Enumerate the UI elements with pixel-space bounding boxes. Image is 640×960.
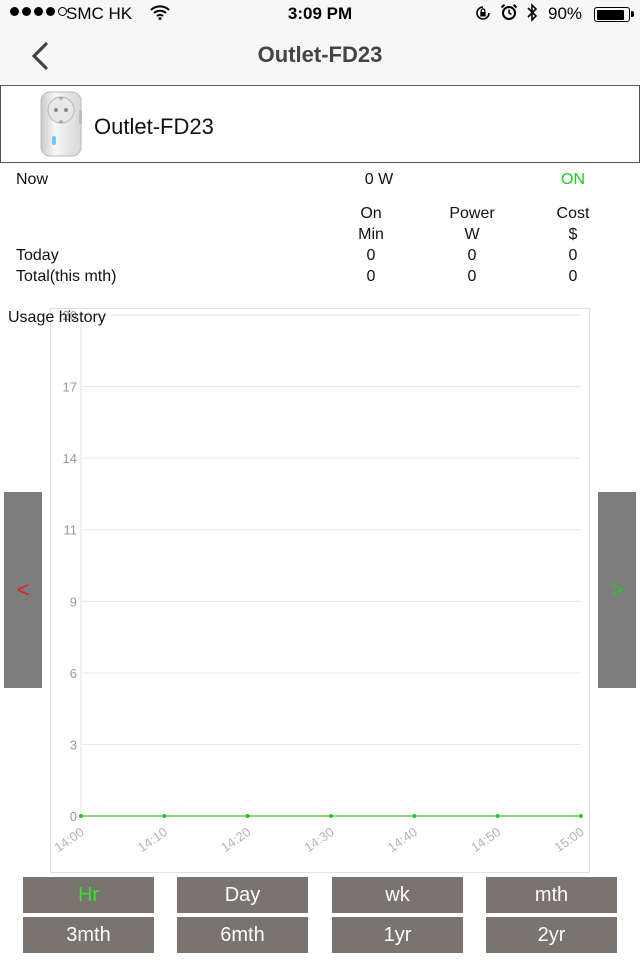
- x-tick-label: 14:40: [385, 824, 420, 855]
- x-tick-label: 15:00: [551, 824, 586, 855]
- y-tick-label: 17: [63, 380, 77, 395]
- on-header: On: [360, 205, 382, 222]
- power-unit: W: [464, 226, 480, 243]
- previous-period-button[interactable]: <: [4, 492, 42, 688]
- device-name: Outlet-FD23: [94, 114, 214, 139]
- usage-chart-svg: 03691114172014:00 14:10 14:20 14:30 14:40 14:…: [51, 309, 586, 855]
- total-on-min: 0: [366, 268, 376, 285]
- range-button-6mth[interactable]: 6mth: [177, 917, 308, 953]
- bluetooth-icon: [526, 3, 538, 27]
- data-point: [329, 814, 333, 818]
- cost-unit: $: [568, 226, 578, 243]
- chart-title: Usage history: [8, 309, 106, 326]
- data-point: [162, 814, 167, 818]
- data-point: [412, 814, 417, 818]
- data-point: [79, 814, 83, 818]
- y-tick-label: 9: [70, 594, 77, 609]
- range-button-day[interactable]: Day: [177, 877, 308, 913]
- total-cost: 0: [568, 268, 578, 285]
- nav-bar: Outlet-FD23: [0, 28, 640, 84]
- alarm-icon: [500, 3, 518, 27]
- range-button-wk[interactable]: wk: [332, 877, 463, 913]
- data-point: [245, 814, 250, 818]
- battery-percent: 90%: [548, 4, 583, 23]
- x-tick-label: 14:50: [468, 824, 503, 855]
- range-button-2yr[interactable]: 2yr: [486, 917, 617, 953]
- total-power: 0: [467, 268, 477, 285]
- status-bar: SMC HK 3:09 PM 90%: [0, 0, 640, 28]
- usage-chart: 0 3 6 9 11 14 17 20 14:00 14:10 14:20 14:30 14:40 14:…: [50, 308, 590, 873]
- now-label: Now: [16, 171, 49, 188]
- data-point: [579, 814, 583, 818]
- y-tick-label: 14: [63, 451, 77, 466]
- battery-icon: [594, 7, 634, 22]
- page-title: Outlet-FD23: [257, 42, 383, 67]
- range-button-hr[interactable]: Hr: [23, 877, 154, 913]
- range-button-1yr[interactable]: 1yr: [332, 917, 463, 953]
- orientation-lock-icon: [474, 4, 492, 27]
- x-tick-label: 14:20: [218, 824, 253, 855]
- status-time: 3:09 PM: [287, 4, 353, 23]
- today-label: Today: [16, 247, 59, 264]
- today-cost: 0: [568, 247, 578, 264]
- power-header: Power: [449, 205, 495, 222]
- today-power: 0: [467, 247, 477, 264]
- on-unit: Min: [358, 226, 384, 243]
- y-tick-label: 6: [70, 666, 77, 681]
- device-header: Outlet-FD23: [0, 85, 640, 163]
- y-tick-label: 11: [64, 523, 78, 538]
- y-tick-label: 3: [70, 737, 77, 752]
- power-state[interactable]: ON: [533, 171, 613, 189]
- now-power: 0 W: [364, 171, 394, 188]
- data-point: [495, 814, 500, 818]
- range-button-3mth[interactable]: 3mth: [23, 917, 154, 953]
- x-tick-label: 14:10: [135, 824, 170, 855]
- next-period-button[interactable]: >: [598, 492, 636, 688]
- range-button-mth[interactable]: mth: [486, 877, 617, 913]
- x-tick-label: 14:00: [51, 824, 86, 855]
- prev-arrow-icon: <: [16, 577, 30, 602]
- smart-plug-icon: [35, 90, 87, 158]
- cost-header: Cost: [556, 205, 590, 222]
- next-arrow-icon: >: [610, 577, 624, 602]
- total-label: Total(this mth): [16, 268, 117, 285]
- x-tick-label: 14:30: [301, 824, 336, 855]
- today-on-min: 0: [366, 247, 376, 264]
- y-tick-label: 0: [70, 809, 77, 824]
